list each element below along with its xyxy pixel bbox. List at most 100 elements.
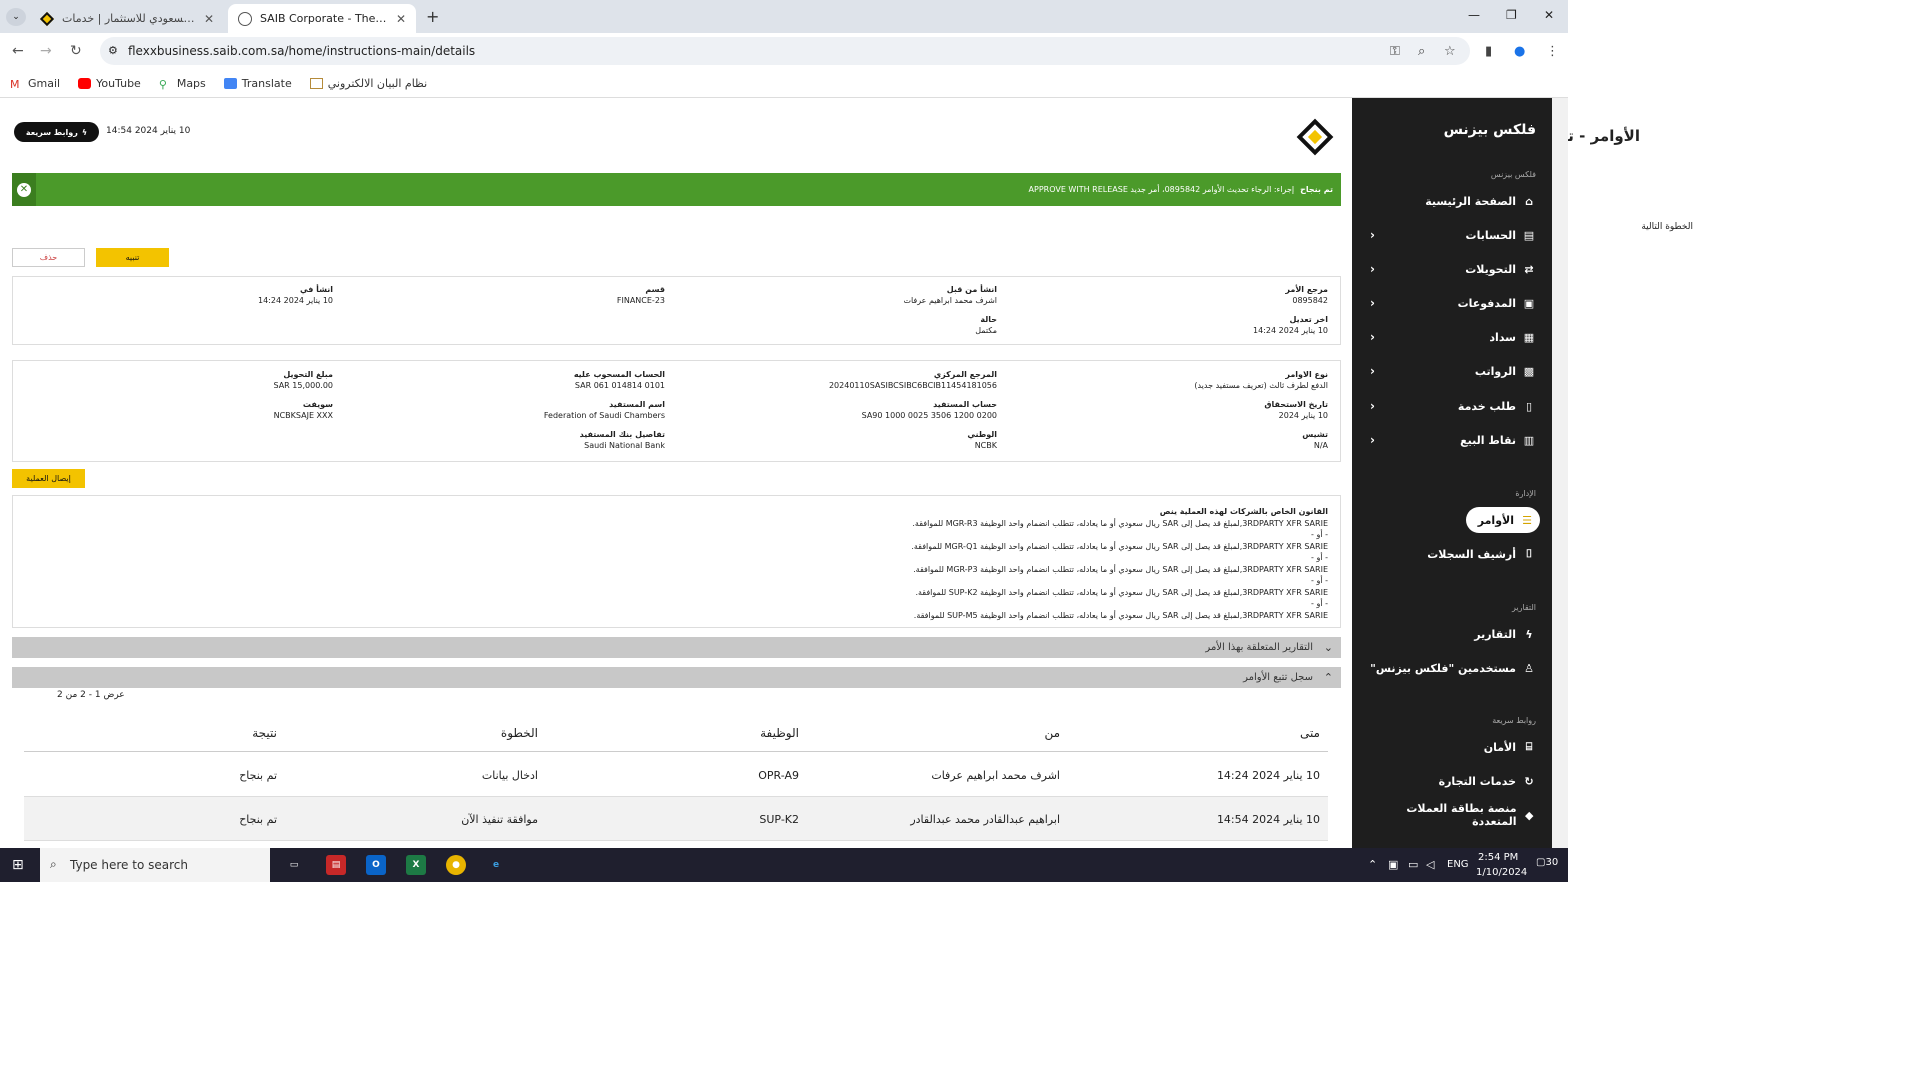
bookmark-maps[interactable]: ⚲ Maps [158,76,206,91]
sidebar-item-security[interactable]: ⌸ الأمان [1364,736,1536,758]
beneficiary-bank-field: تفاصيل بنك المستفيد Saudi National Bank [579,430,665,450]
close-tab-icon[interactable]: ✕ [204,12,214,26]
minimize-icon[interactable]: — [1468,8,1480,22]
language-indicator[interactable]: ENG [1447,859,1469,870]
reports-icon: ϟ [1525,627,1533,641]
banner-status: تم بنجاح [1300,185,1333,194]
sidebar-item-transfers[interactable]: ⇄ التحويلات ‹ [1364,258,1536,280]
sidebar-item-archive[interactable]: ⌷ أرشيف السجلات [1364,543,1536,565]
close-icon: ✕ [17,182,31,197]
bookmark-translate[interactable]: Translate [223,77,292,90]
bookmark-star-icon[interactable]: ☆ [1444,44,1456,59]
quick-links-button[interactable]: ϟ روابط سريعة [14,122,99,142]
sidebar-item-payments[interactable]: ▣ المدفوعات ‹ [1364,292,1536,314]
browser-tab-saib-services[interactable]: البنك السعودي للاستثمار | خدمات ✕ [30,4,224,33]
trade-icon: ↻ [1524,774,1534,788]
excel-app-icon[interactable]: X [406,855,426,875]
password-key-icon[interactable]: ⚿ [1390,44,1400,59]
zoom-icon[interactable]: ⌕ [1418,44,1425,59]
lock-icon: ⌸ [1525,740,1533,753]
details-card: نوع الاوامر الدفع لطرف ثالث (تعريف مستفيد… [12,360,1341,462]
chevron-up-icon: ⌃ [1323,671,1333,684]
accounts-icon: ▤ [1523,228,1535,242]
bookmark-gmail[interactable]: M Gmail [10,76,61,91]
menu-dots-icon[interactable]: ⋮ [1546,44,1559,59]
receipt-button[interactable]: إيصال العملية [12,469,85,488]
ie-app-icon[interactable]: e [486,855,506,875]
sidebar-item-label: الصفحة الرئيسية [1425,194,1516,208]
sidebar-item-users[interactable]: ♙ مستخدمين "فلكس بيزنس" [1364,657,1536,679]
chips-field: تشيس N/A [1302,430,1328,450]
pager-text: عرض 1 - 2 من 2 [57,690,125,700]
sidebar-item-label: الرواتب [1474,364,1516,378]
profile-icon[interactable]: ● [1514,44,1525,59]
bookmark-label: Gmail [28,76,61,90]
url-field[interactable]: ⚙ flexxbusiness.saib.com.sa/home/instruc… [100,37,1470,65]
pdf-app-icon[interactable]: ▤ [326,855,346,875]
taskbar-search-input[interactable]: ⌕ Type here to search [40,848,270,882]
national-field: الوطني NCBK [967,430,997,450]
page-scrollbar[interactable] [1552,98,1568,848]
sidebar-item-payroll[interactable]: ▩ الرواتب ‹ [1364,360,1536,382]
bookmark-bayan[interactable]: نظام البيان الالكتروني [309,77,427,90]
rule-line: 3RDPARTY XFR SARIE,لمبلغ قد يصل إلى SAR … [913,610,1328,620]
department-field: قسم FINANCE-23 [616,285,665,305]
sidebar-item-reports[interactable]: ϟ التقارير [1364,623,1536,645]
tracking-accordion[interactable]: ⌃ سجل تتبع الأوامر [12,667,1341,688]
header-role: الوظيفة [760,725,799,740]
back-icon[interactable]: ← [12,43,24,59]
rule-separator: - أو - [1311,599,1328,608]
bookmark-youtube[interactable]: YouTube [78,77,141,90]
sidebar-item-label: سداد [1489,330,1516,344]
chrome-app-icon[interactable]: ● [446,855,466,875]
bookmark-label: Maps [176,76,206,90]
globe-favicon-icon [238,11,252,26]
last-modified-field: اخر تعديل 10 يناير 2024 14:24 [1253,315,1328,335]
notification-center-icon[interactable]: ▢30 [1536,857,1558,868]
tray-volume-icon[interactable]: ◁ [1426,858,1434,871]
sidebar-item-orders[interactable]: ☰ الأوامر [1465,507,1540,533]
forward-icon[interactable]: → [40,43,52,59]
close-tab-icon[interactable]: ✕ [396,12,406,26]
tray-network-icon[interactable]: ▣ [1388,858,1398,871]
new-tab-icon[interactable]: + [426,7,439,26]
tray-chevron-icon[interactable]: ⌃ [1368,858,1377,871]
banner-close-button[interactable]: ✕ [12,173,36,206]
alert-button[interactable]: تنبيه [96,248,169,267]
sidebar-item-multicurrency-card[interactable]: ◆ منصة بطاقة العملات المتعددة [1364,802,1536,828]
clock-date[interactable]: 1/10/2024 [1476,867,1527,878]
windows-start-icon[interactable]: ⊞ [12,857,24,873]
tray-display-icon[interactable]: ▭ [1408,858,1418,871]
rule-line: 3RDPARTY XFR SARIE,لمبلغ قد يصل إلى SAR … [912,518,1328,528]
chevron-left-icon: ‹ [1370,364,1375,378]
home-icon: ⌂ [1525,194,1533,208]
delete-button[interactable]: حذف [12,248,85,267]
sidebar-item-sadad[interactable]: ▦ سداد ‹ [1364,326,1536,348]
debit-account-field: الحساب المسحوب عليه 0101 014814 061 SAR [573,370,665,390]
table-row: 10 يناير 2024 14:24 اشرف محمد ابراهيم عر… [24,753,1328,797]
tab-title: SAIB Corporate - The Saudi Inv [260,12,388,25]
sidebar-item-service-request[interactable]: ▯ طلب خدمة ‹ [1364,395,1536,417]
cell-role: OPR-A9 [758,768,799,782]
related-reports-accordion[interactable]: ⌄ التقارير المتعلقة بهذا الأمر [12,637,1341,658]
restore-icon[interactable]: ❐ [1506,8,1517,22]
clock-time[interactable]: 2:54 PM [1478,852,1518,863]
task-view-icon[interactable]: ▭ [284,855,304,875]
outlook-app-icon[interactable]: O [366,855,386,875]
sidebar-item-pos[interactable]: ▥ نقاط البيع ‹ [1364,429,1536,451]
sidebar-item-label: التقارير [1474,627,1516,641]
users-icon: ♙ [1524,661,1534,675]
side-panel-icon[interactable]: ▮ [1485,44,1492,59]
sidebar-item-home[interactable]: ⌂ الصفحة الرئيسية [1364,190,1536,212]
notification-count: 30 [1545,857,1559,868]
rule-separator: - أو - [1311,530,1328,539]
browser-tab-saib-corporate[interactable]: SAIB Corporate - The Saudi Inv ✕ [228,4,416,33]
reload-icon[interactable]: ↻ [70,43,82,59]
close-window-icon[interactable]: ✕ [1544,8,1554,22]
sidebar-item-trade[interactable]: ↻ خدمات التجارة [1364,770,1536,792]
site-info-icon[interactable]: ⚙ [108,44,118,57]
sidebar-item-accounts[interactable]: ▤ الحسابات ‹ [1364,224,1536,246]
sidebar-section-label: الإدارة [1515,489,1536,498]
maps-pin-icon: ⚲ [158,77,167,91]
tab-search-icon[interactable]: ⌄ [6,8,26,26]
